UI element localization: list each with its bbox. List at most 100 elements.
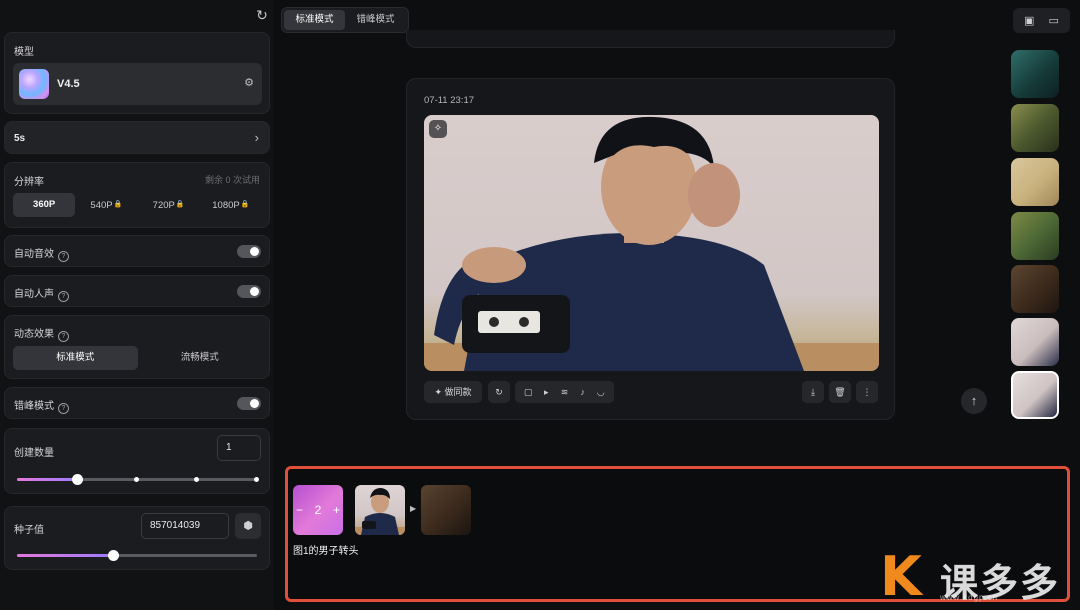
motion-text: 动态效果 — [14, 329, 54, 340]
refresh-icon[interactable]: ↻ — [254, 7, 270, 23]
history-thumbnail[interactable] — [1011, 265, 1059, 313]
history-thumbnail[interactable] — [1011, 318, 1059, 366]
help-icon[interactable]: ? — [58, 291, 69, 302]
sliders-icon[interactable]: ⚙ — [244, 76, 254, 89]
duration-selector[interactable]: 5s › — [4, 121, 270, 154]
auto-voice-card: 自动人声? — [4, 275, 270, 307]
generation-timestamp: 07-11 23:17 — [424, 95, 475, 106]
resolution-option-label: 1080P — [212, 200, 240, 211]
magic-wand-icon[interactable]: ✧ — [429, 120, 447, 138]
history-thumbnail[interactable] — [1011, 104, 1059, 152]
list-layout-icon[interactable]: ▭ — [1047, 14, 1061, 28]
arrow-right-icon: ▶ — [410, 504, 417, 513]
previous-generation-card — [406, 30, 895, 48]
settings-panel: ↻ 模型 V4.5 ⚙ 5s › 分辨率 剩余 0 次试用 360P 540P🔒… — [0, 0, 274, 610]
same-style-label: 做同款 — [444, 387, 472, 397]
auto-voice-toggle[interactable] — [237, 285, 261, 298]
peak-mode-label: 错峰模式? — [14, 397, 69, 414]
reference-image-1-art — [355, 488, 405, 535]
slider-step-dot — [254, 477, 259, 482]
help-icon[interactable]: ? — [58, 331, 69, 342]
view-toggle-group: ▣ ▭ — [1013, 8, 1070, 33]
help-icon[interactable]: ? — [58, 403, 69, 414]
prompt-text[interactable]: 图1的男子转头 — [293, 542, 359, 557]
resolution-option-360p[interactable]: 360P — [13, 193, 76, 217]
resolution-option-720p[interactable]: 720P🔒 — [138, 193, 200, 217]
peak-mode-toggle[interactable] — [237, 397, 261, 410]
count-input[interactable]: 1 — [217, 435, 261, 461]
slider-step-dot — [134, 477, 139, 482]
more-icon[interactable]: ⋮ — [856, 381, 878, 403]
watermark-url: www.kdgp.cn — [940, 593, 999, 602]
generated-video-preview[interactable]: ✧ — [424, 115, 879, 371]
resolution-option-540p[interactable]: 540P🔒 — [75, 193, 137, 217]
auto-voice-text: 自动人声 — [14, 289, 54, 300]
count-slider-fill — [17, 478, 77, 481]
seed-slider[interactable] — [17, 550, 257, 561]
scroll-to-top-icon[interactable]: ↑ — [961, 388, 987, 414]
count-slider-knob[interactable] — [72, 474, 83, 485]
watermark-logo: K 课多多 www.kdgp.cn — [880, 548, 1076, 606]
hd-icon[interactable]: ▢ — [521, 387, 535, 398]
seed-card: 种子值 857014039 ⬢ — [4, 506, 270, 570]
auto-sound-text: 自动音效 — [14, 249, 54, 260]
count-card: 创建数量 1 — [4, 428, 270, 494]
lipsync-icon[interactable]: ♪ — [576, 387, 590, 397]
audio-wave-icon[interactable]: ≋ — [557, 387, 571, 398]
tab-standard-mode[interactable]: 标准模式 — [284, 10, 345, 30]
motion-card: 动态效果? 标准模式 流畅模式 — [4, 315, 270, 379]
seed-slider-fill — [17, 554, 113, 557]
resolution-option-1080p[interactable]: 1080P🔒 — [200, 193, 262, 217]
cassette-window-shape — [478, 311, 540, 333]
resolution-option-label: 360P — [33, 199, 56, 210]
resolution-card: 分辨率 剩余 0 次试用 360P 540P🔒 720P🔒 1080P🔒 — [4, 162, 270, 228]
peak-mode-card: 错峰模式? — [4, 387, 270, 419]
resolution-options: 360P 540P🔒 720P🔒 1080P🔒 — [13, 193, 262, 217]
count-label: 创建数量 — [14, 448, 54, 459]
cassette-reel-left — [489, 317, 499, 327]
model-thumbnail — [19, 69, 49, 99]
history-thumbnail[interactable] — [1011, 50, 1059, 98]
reference-image-1[interactable] — [355, 485, 405, 535]
video-extend-icon[interactable]: ▸ — [539, 387, 553, 398]
watermark-k-glyph: K — [880, 545, 922, 608]
dice-icon[interactable]: ⬢ — [235, 513, 261, 539]
help-icon[interactable]: ? — [58, 251, 69, 262]
count-slider[interactable] — [17, 474, 259, 485]
increase-button[interactable]: + — [333, 503, 340, 517]
tab-peak-mode[interactable]: 错峰模式 — [345, 10, 406, 30]
reference-image-2[interactable] — [421, 485, 471, 535]
auto-voice-label: 自动人声? — [14, 285, 69, 302]
decrease-button[interactable]: − — [296, 503, 303, 517]
mouth-icon[interactable]: ◡ — [594, 387, 608, 398]
model-name: V4.5 — [57, 78, 80, 90]
lock-icon: 🔒 — [175, 201, 185, 208]
history-thumbnail[interactable] — [1011, 212, 1059, 260]
motion-option-smooth[interactable]: 流畅模式 — [138, 346, 263, 370]
regenerate-icon[interactable]: ↻ — [488, 381, 510, 403]
seed-input[interactable]: 857014039 — [141, 513, 229, 539]
trial-remaining: 剩余 0 次试用 — [204, 175, 260, 185]
duration-value: 5s — [14, 133, 26, 144]
download-icon[interactable]: ⤓ — [802, 381, 824, 403]
delete-icon[interactable]: 🗑 — [829, 381, 851, 403]
motion-options: 标准模式 流畅模式 — [13, 346, 262, 370]
auto-sound-label: 自动音效? — [14, 245, 69, 262]
resolution-option-label: 540P — [90, 200, 113, 211]
auto-sound-toggle[interactable] — [237, 245, 261, 258]
generation-card: 07-11 23:17 ✧ ✦ 做同款 ↻ ▢ ▸ ≋ ♪ ◡ ⤓ 🗑 ⋮ — [406, 78, 895, 420]
resolution-label: 分辨率 — [14, 177, 44, 188]
model-selector[interactable]: V4.5 ⚙ — [13, 63, 262, 105]
grid-layout-icon[interactable]: ▣ — [1022, 14, 1036, 28]
reference-count-stepper: − 2 + — [293, 485, 343, 535]
history-thumbnail-selected[interactable] — [1011, 371, 1059, 419]
same-style-button[interactable]: ✦ 做同款 — [424, 381, 482, 403]
resolution-option-label: 720P — [152, 200, 175, 211]
video-frame-illustration — [424, 116, 879, 371]
lock-icon: 🔒 — [113, 201, 123, 208]
model-label: 模型 — [14, 47, 34, 58]
motion-option-standard[interactable]: 标准模式 — [13, 346, 138, 370]
seed-slider-knob[interactable] — [108, 550, 119, 561]
history-thumbnail[interactable] — [1011, 158, 1059, 206]
auto-sound-card: 自动音效? — [4, 235, 270, 267]
